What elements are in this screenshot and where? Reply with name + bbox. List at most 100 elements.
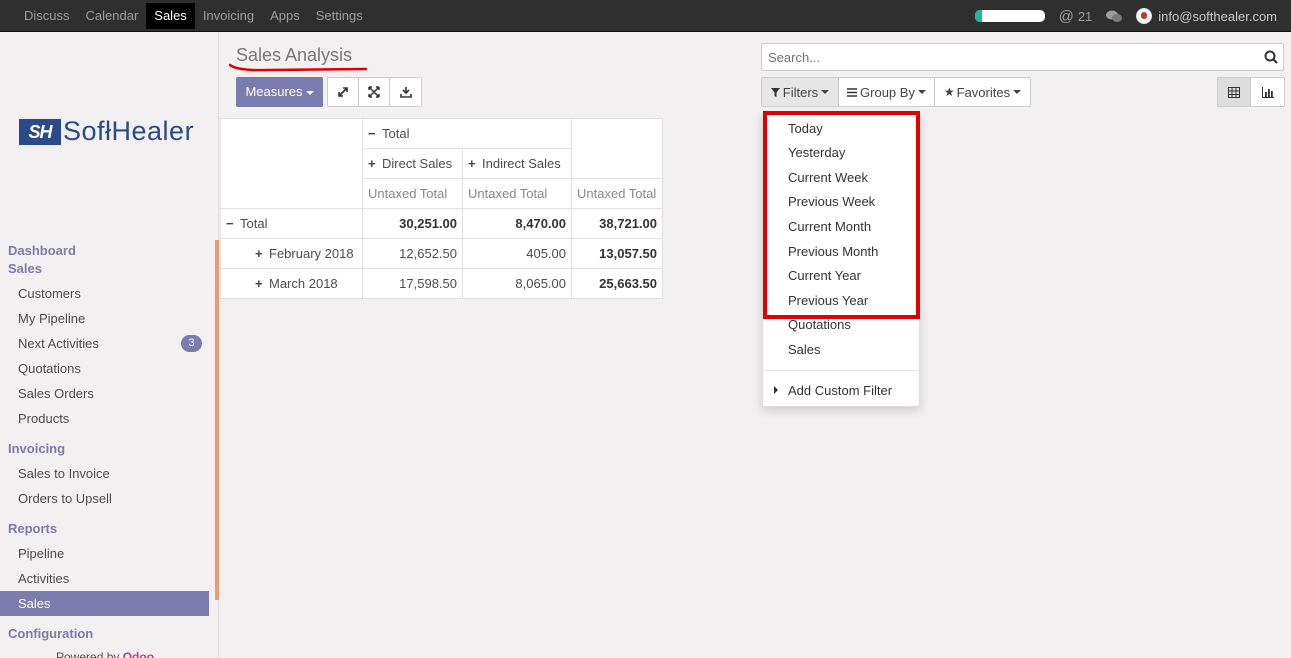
search-box [761, 43, 1284, 71]
logo-word: SofłHealer [63, 116, 195, 146]
cell-value[interactable]: 13,057.50 [571, 238, 663, 269]
onboarding-progress[interactable] [974, 10, 1045, 22]
menu-discuss[interactable]: Discuss [16, 0, 78, 32]
row-header-total[interactable]: − Total [220, 208, 363, 239]
pivot-view-button[interactable] [1218, 78, 1251, 106]
group-by-label: Group By [860, 84, 915, 100]
filters-button[interactable]: Filters [762, 78, 839, 106]
pivot-table: − Total + Direct Sales + Indirect Sales Unt… [220, 118, 663, 299]
table-row: + March 2018 17,598.50 8,065.00 25,663.50 [220, 268, 663, 299]
star-icon: ★ [943, 85, 955, 99]
filter-sales[interactable]: Sales [788, 341, 821, 359]
col-header-indirect-sales[interactable]: + Indirect Sales [462, 148, 572, 179]
powered-by: Powered by Odoo [56, 650, 154, 658]
menu-sales[interactable]: Sales [146, 3, 195, 29]
col-header-direct-sales[interactable]: + Direct Sales [362, 148, 463, 179]
sidebar-item-activities[interactable]: Activities [0, 566, 209, 591]
sidebar-item-products[interactable]: Products [0, 406, 209, 431]
sidebar-item-sales[interactable]: Sales [0, 591, 209, 616]
powered-by-brand[interactable]: Odoo [123, 650, 154, 658]
sidebar-item-next-activities[interactable]: Next Activities 3 [0, 331, 209, 356]
cell-value[interactable]: 38,721.00 [571, 208, 663, 239]
row-header-label: March 2018 [269, 276, 338, 291]
row-header-march[interactable]: + March 2018 [220, 268, 363, 299]
logo-mark: SH [19, 118, 61, 145]
systray: @ 21 info@softhealer.com [974, 0, 1277, 32]
cell-value[interactable]: 17,598.50 [362, 268, 463, 299]
graph-view-button[interactable] [1251, 78, 1284, 106]
sidebar-item-my-pipeline[interactable]: My Pipeline [0, 306, 209, 331]
activity-count-badge: 3 [181, 335, 202, 352]
sidebar-section-sales[interactable]: Sales [0, 260, 209, 278]
sidebar-nav: Dashboard Sales Customers My Pipeline Ne… [0, 239, 209, 643]
col-header-label: Indirect Sales [482, 156, 561, 171]
sidebar-section-invoicing[interactable]: Invoicing [0, 440, 209, 458]
chat-icon[interactable] [1106, 10, 1123, 22]
mentions-button[interactable]: @ 21 [1059, 8, 1093, 25]
measures-button[interactable]: Measures [236, 77, 323, 107]
menu-settings[interactable]: Settings [308, 0, 371, 32]
expand-icon: + [255, 276, 263, 291]
at-icon: @ [1058, 7, 1074, 25]
row-header-february[interactable]: + February 2018 [220, 238, 363, 269]
download-icon [399, 87, 412, 98]
progress-fill [974, 10, 982, 22]
cell-value[interactable]: 8,065.00 [462, 268, 572, 299]
sidebar-section-dashboard[interactable]: Dashboard [0, 242, 209, 260]
cell-value[interactable]: 30,251.00 [362, 208, 463, 239]
menu-invoicing[interactable]: Invoicing [195, 0, 262, 32]
expand-icon: + [368, 156, 376, 171]
expand-icon: + [255, 246, 263, 261]
sidebar-section-configuration[interactable]: Configuration [0, 625, 209, 643]
pivot-actions [327, 77, 422, 107]
row-header-label: Total [240, 216, 268, 231]
expand-icon: + [468, 156, 476, 171]
menu-apps[interactable]: Apps [262, 0, 308, 32]
menu-calendar[interactable]: Calendar [78, 0, 147, 32]
table-row: + February 2018 12,652.50 405.00 13,057.5… [220, 238, 663, 269]
measure-header[interactable]: Untaxed Total [571, 178, 663, 209]
sidebar-item-pipeline[interactable]: Pipeline [0, 541, 209, 566]
title-underline-annotation [228, 63, 368, 72]
flip-axis-button[interactable] [328, 78, 359, 106]
table-row: − Total 30,251.00 8,470.00 38,721.00 [220, 208, 663, 239]
sidebar-item-label: Next Activities [18, 336, 99, 351]
filters-label: Filters [782, 84, 819, 100]
measure-header[interactable]: Untaxed Total [462, 178, 572, 209]
expand-all-button[interactable] [359, 78, 390, 106]
caret-right-icon [774, 386, 778, 394]
cell-value[interactable]: 25,663.50 [571, 268, 663, 299]
favorites-label: Favorites [956, 84, 1011, 100]
group-by-button[interactable]: Group By [839, 78, 935, 106]
mentions-count: 21 [1077, 8, 1093, 24]
col-header-total[interactable]: − Total [362, 118, 572, 149]
caret-down-icon [305, 90, 314, 95]
sidebar-item-customers[interactable]: Customers [0, 281, 209, 306]
measure-header[interactable]: Untaxed Total [362, 178, 463, 209]
sidebar-item-quotations[interactable]: Quotations [0, 356, 209, 381]
search-input[interactable] [762, 44, 1242, 70]
app-menu: Discuss Calendar Sales Invoicing Apps Se… [16, 0, 371, 32]
cell-value[interactable]: 8,470.00 [462, 208, 572, 239]
top-navbar: Discuss Calendar Sales Invoicing Apps Se… [0, 0, 1291, 32]
sidebar-section-reports[interactable]: Reports [0, 520, 209, 538]
sidebar-item-sales-to-invoice[interactable]: Sales to Invoice [0, 461, 209, 486]
search-icon[interactable] [1264, 50, 1278, 64]
user-email: info@softhealer.com [1158, 8, 1277, 24]
cell-value[interactable]: 12,652.50 [362, 238, 463, 269]
list-icon [847, 87, 858, 97]
download-button[interactable] [390, 78, 421, 106]
view-switcher [1217, 77, 1285, 107]
collapse-icon: − [368, 126, 376, 141]
sidebar-item-orders-to-upsell[interactable]: Orders to Upsell [0, 486, 209, 511]
user-menu[interactable]: info@softhealer.com [1136, 8, 1277, 24]
favorites-button[interactable]: ★ Favorites [935, 78, 1030, 106]
highlight-annotation-box [763, 111, 920, 319]
sidebar-scrollbar[interactable] [215, 240, 219, 600]
table-icon [1228, 86, 1240, 98]
sidebar-item-sales-orders[interactable]: Sales Orders [0, 381, 209, 406]
sidebar: SH SofłHealer Dashboard Sales Customers … [0, 32, 219, 658]
add-custom-filter[interactable]: Add Custom Filter [788, 382, 892, 400]
search-options: Filters Group By ★ Favorites [761, 77, 1031, 107]
cell-value[interactable]: 405.00 [462, 238, 572, 269]
